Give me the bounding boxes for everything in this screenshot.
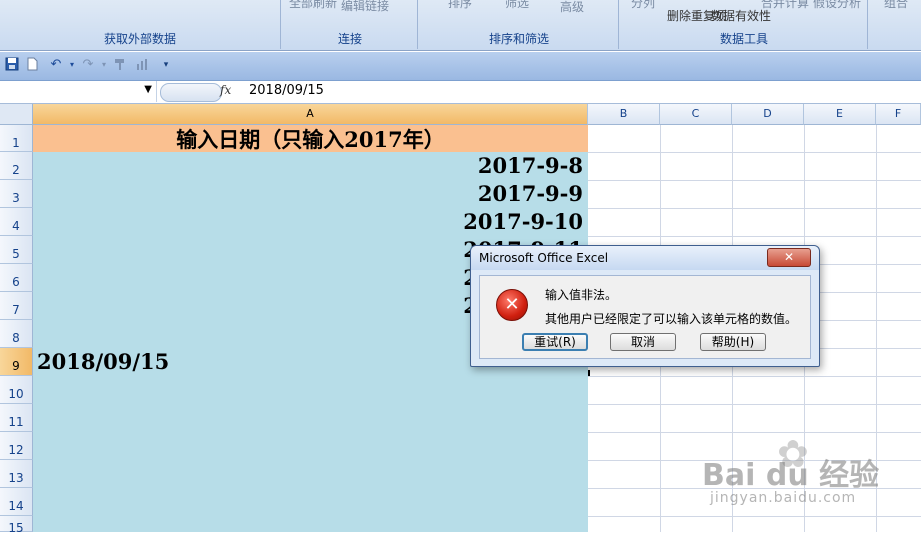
dialog-title-bar[interactable]: Microsoft Office Excel ✕ <box>471 246 819 270</box>
save-icon[interactable] <box>4 57 20 73</box>
new-document-icon[interactable] <box>24 57 40 73</box>
redo-icon[interactable]: ↷ <box>80 57 96 73</box>
ribbon: 获取外部数据 全部刷新 编辑链接 连接 排序 筛选 高级 排序和筛选 分列 删除… <box>0 0 921 51</box>
cell-a3[interactable]: 2017-9-9 <box>33 180 583 208</box>
quick-access-toolbar: ↶ ▾ ↷ ▾ ▾ <box>0 52 921 81</box>
customize-toolbar-icon[interactable]: ▾ <box>158 57 174 73</box>
error-dialog: Microsoft Office Excel ✕ ✕ 输入值非法。 其他用户已经… <box>470 245 820 367</box>
watermark-url: jingyan.baidu.com <box>710 490 857 506</box>
formula-tools: fx <box>158 82 236 102</box>
edit-links-button[interactable]: 编辑链接 <box>341 0 389 14</box>
row-header-15[interactable]: 15 <box>0 516 33 535</box>
ribbon-group-label: 连接 <box>337 32 362 46</box>
redo-dropdown-icon[interactable]: ▾ <box>96 57 112 73</box>
undo-dropdown-icon[interactable]: ▾ <box>64 57 80 73</box>
row-header-7[interactable]: 7 <box>0 292 33 320</box>
text-to-columns-button[interactable]: 分列 <box>631 0 655 11</box>
column-header-d[interactable]: D <box>732 104 804 125</box>
row-header-2[interactable]: 2 <box>0 152 33 180</box>
cancel-button[interactable]: 取消 <box>610 333 676 351</box>
row-header-9[interactable]: 9 <box>0 348 33 376</box>
close-icon[interactable]: ✕ <box>767 248 811 267</box>
dialog-body: ✕ 输入值非法。 其他用户已经限定了可以输入该单元格的数值。 重试(R) 取消 … <box>479 275 811 359</box>
help-button[interactable]: 帮助(H) <box>700 333 766 351</box>
ribbon-group-outline: 组合 <box>870 0 921 49</box>
dialog-message-body: 其他用户已经限定了可以输入该单元格的数值。 <box>545 312 798 326</box>
cell-a2[interactable]: 2017-9-8 <box>33 152 583 180</box>
dialog-title: Microsoft Office Excel <box>479 251 609 265</box>
row-header-6[interactable]: 6 <box>0 264 33 292</box>
row-header-4[interactable]: 4 <box>0 208 33 236</box>
filter-button[interactable]: 筛选 <box>505 0 529 11</box>
row-header-8[interactable]: 8 <box>0 320 33 348</box>
name-box[interactable]: ▼ <box>0 81 157 102</box>
dialog-message-title: 输入值非法。 <box>545 288 618 302</box>
row-header-13[interactable]: 13 <box>0 460 33 488</box>
advanced-button[interactable]: 高级 <box>560 0 584 15</box>
select-all-corner[interactable] <box>0 104 33 125</box>
ribbon-group-data-tools: 分列 删除重复项 数据有效性 合并计算 假设分析 数据工具 <box>621 0 868 49</box>
formula-splitter[interactable] <box>160 83 222 102</box>
cell-a4[interactable]: 2017-9-10 <box>33 208 583 236</box>
column-header-b[interactable]: B <box>588 104 660 125</box>
ribbon-group-label: 数据工具 <box>719 32 768 46</box>
cell-a1[interactable]: 输入日期（只输入2017年） <box>33 125 588 152</box>
ribbon-group-label: 获取外部数据 <box>103 32 176 46</box>
error-icon: ✕ <box>496 289 528 321</box>
column-header-a[interactable]: A <box>33 104 588 125</box>
row-header-10[interactable]: 10 <box>0 376 33 404</box>
row-header-3[interactable]: 3 <box>0 180 33 208</box>
consolidate-button[interactable]: 合并计算 <box>761 0 809 11</box>
formula-input[interactable]: 2018/09/15 <box>249 83 324 98</box>
row-header-12[interactable]: 12 <box>0 432 33 460</box>
baidu-watermark: ✿ Bai du 经验 jingyan.baidu.com <box>702 432 912 520</box>
ribbon-group-connections: 全部刷新 编辑链接 连接 <box>283 0 418 49</box>
insert-function-icon[interactable]: fx <box>220 83 231 97</box>
refresh-all-button[interactable]: 全部刷新 <box>289 0 337 11</box>
chart-icon[interactable] <box>134 57 150 73</box>
ribbon-group-sort-filter: 排序 筛选 高级 排序和筛选 <box>420 0 619 49</box>
column-header-e[interactable]: E <box>804 104 876 125</box>
undo-icon[interactable]: ↶ <box>48 57 64 73</box>
name-box-dropdown-icon[interactable]: ▼ <box>144 84 152 95</box>
row-header-1[interactable]: 1 <box>0 125 33 152</box>
ribbon-group-external-data: 获取外部数据 <box>0 0 281 49</box>
watermark-logo: Bai du 经验 <box>702 458 880 493</box>
row-header-14[interactable]: 14 <box>0 488 33 516</box>
row-header-5[interactable]: 5 <box>0 236 33 264</box>
ribbon-group-label: 排序和筛选 <box>488 32 549 46</box>
format-painter-icon[interactable] <box>112 57 128 73</box>
formula-bar: ▼ fx 2018/09/15 <box>0 81 921 104</box>
group-button[interactable]: 组合 <box>884 0 908 11</box>
column-header-f[interactable]: F <box>876 104 921 125</box>
column-header-c[interactable]: C <box>660 104 732 125</box>
row-header-11[interactable]: 11 <box>0 404 33 432</box>
sort-button[interactable]: 排序 <box>448 0 472 11</box>
what-if-button[interactable]: 假设分析 <box>813 0 861 11</box>
retry-button[interactable]: 重试(R) <box>522 333 588 351</box>
